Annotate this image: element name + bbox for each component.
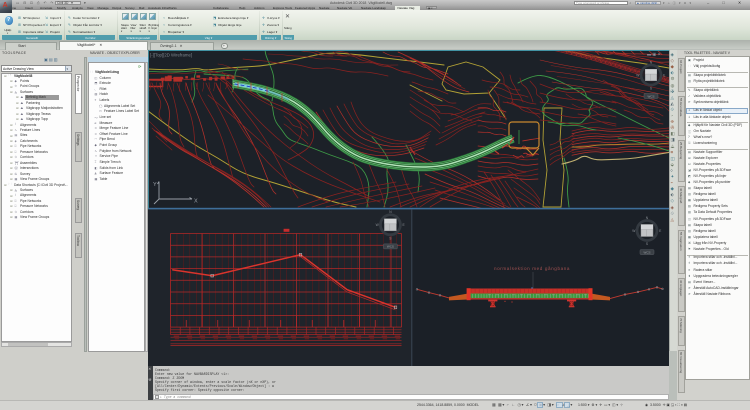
svg-text:[-][Top][2D Wireframe]: [-][Top][2D Wireframe] [150,52,192,57]
svg-text:X: X [194,198,198,204]
svg-text:WCS: WCS [647,94,654,98]
svg-text:WCS: WCS [386,244,393,248]
svg-text:▬ ▣ ✕: ▬ ▣ ✕ [647,51,661,56]
svg-text:Y: Y [153,182,157,188]
svg-text:WCS: WCS [643,250,650,254]
svg-text:normalsektion med gångbana: normalsektion med gångbana [493,265,569,271]
